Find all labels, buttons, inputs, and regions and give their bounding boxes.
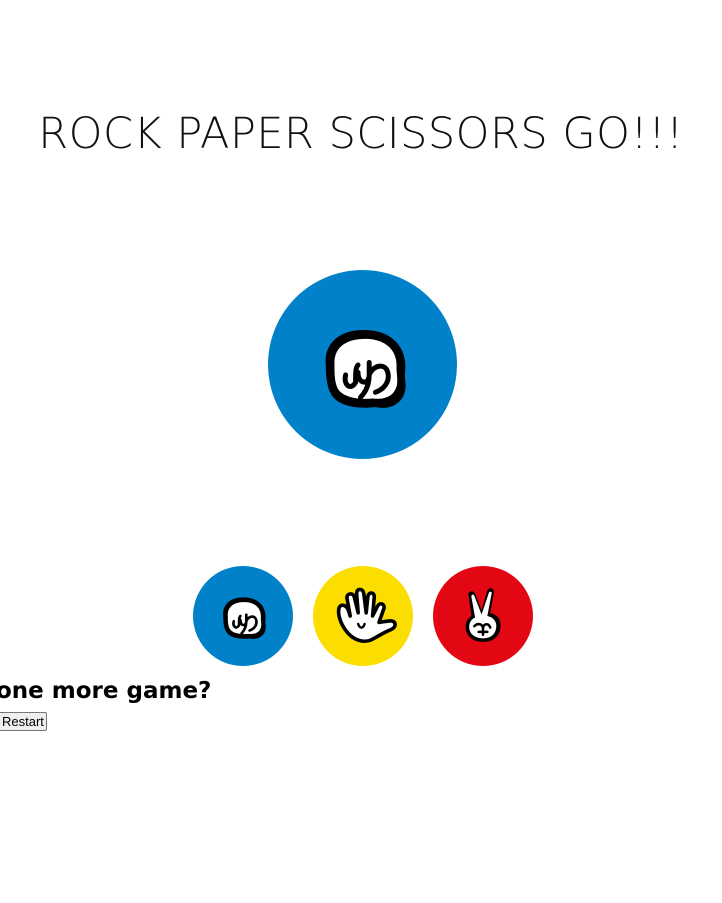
paper-button[interactable] [313, 566, 413, 666]
game-title: ROCK PAPER SCISSORS GO!!! [38, 109, 684, 159]
rock-button[interactable] [193, 566, 293, 666]
rock-fist-icon [325, 329, 406, 408]
rock-fist-icon [223, 597, 266, 639]
scissors-button[interactable] [433, 566, 533, 666]
paper-open-hand-icon [336, 587, 397, 644]
play-again-prompt: one more game? [0, 678, 212, 704]
selected-choice-rock [268, 270, 457, 459]
game-screen: ROCK PAPER SCISSORS GO!!! one more game?… [0, 0, 722, 903]
scissors-peace-hand-icon [465, 588, 501, 642]
choice-options [193, 566, 533, 666]
restart-button[interactable]: Restart [0, 712, 47, 731]
